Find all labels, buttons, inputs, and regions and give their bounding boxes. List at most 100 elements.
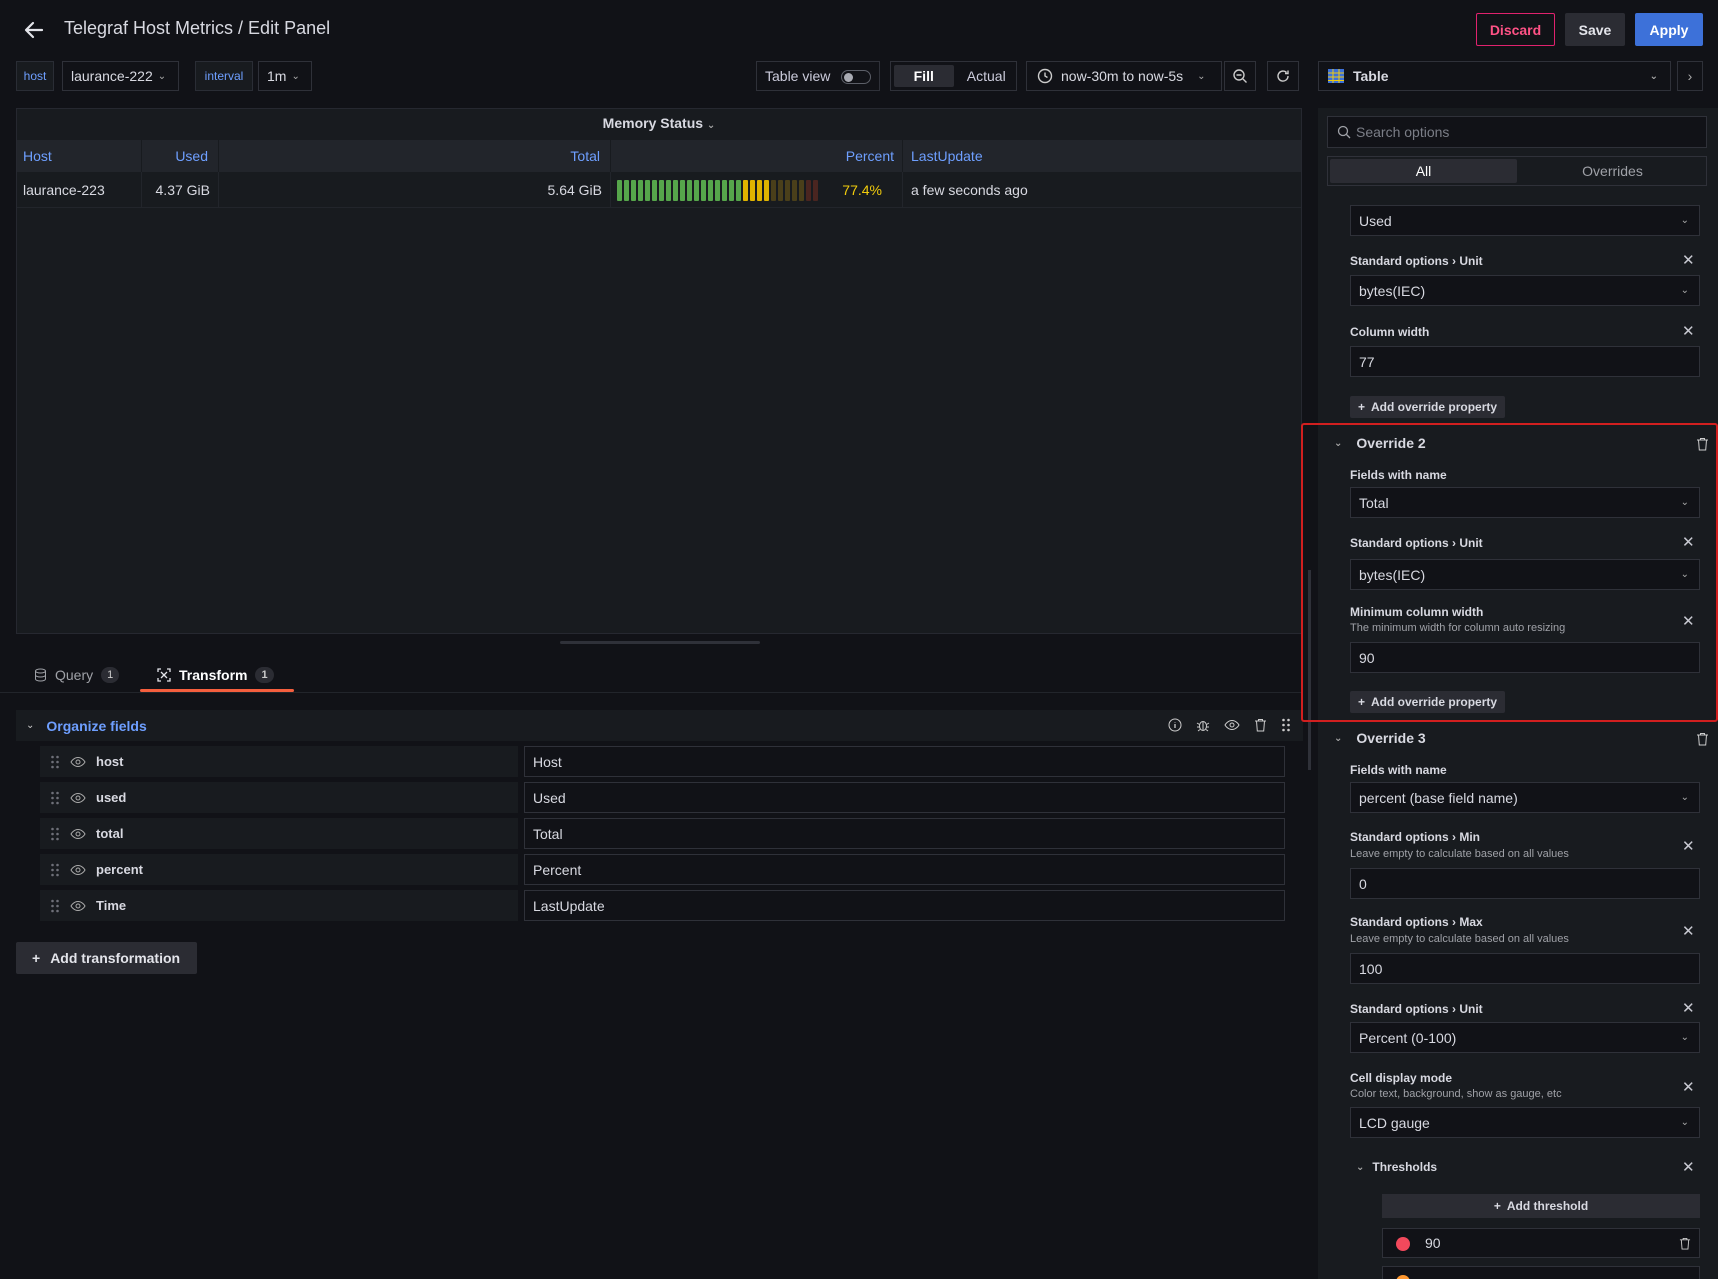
field-name[interactable]: percent bbox=[40, 854, 518, 885]
field-name[interactable]: used bbox=[40, 782, 518, 813]
close-icon[interactable]: ✕ bbox=[1682, 922, 1695, 940]
close-icon[interactable]: ✕ bbox=[1682, 1078, 1695, 1096]
field-row-host: host Host bbox=[40, 746, 1285, 777]
column-width-input[interactable]: 77 bbox=[1350, 346, 1700, 377]
thresholds-header[interactable]: ⌄ Thresholds bbox=[1356, 1160, 1437, 1174]
max-input[interactable]: 100 bbox=[1350, 953, 1700, 984]
bug-icon[interactable] bbox=[1196, 718, 1210, 732]
field-rename-input[interactable]: Percent bbox=[524, 854, 1285, 885]
unit-select[interactable]: bytes(IEC) ⌄ bbox=[1350, 275, 1700, 306]
table-view-toggle[interactable]: Table view bbox=[756, 61, 880, 91]
fill-actual-switch: Fill Actual bbox=[890, 61, 1017, 91]
lcd-segment bbox=[736, 180, 741, 201]
field-row-time: Time LastUpdate bbox=[40, 890, 1285, 921]
close-icon[interactable]: ✕ bbox=[1682, 251, 1695, 269]
chevron-down-icon: ⌄ bbox=[1649, 70, 1658, 82]
chevron-down-icon[interactable]: ⌄ bbox=[26, 720, 34, 731]
eye-icon[interactable] bbox=[70, 827, 86, 841]
min-input[interactable]: 0 bbox=[1350, 868, 1700, 899]
close-icon[interactable]: ✕ bbox=[1682, 837, 1695, 855]
trash-icon[interactable] bbox=[1254, 718, 1267, 732]
threshold-row[interactable] bbox=[1382, 1266, 1700, 1279]
column-header-total[interactable]: Total bbox=[219, 140, 611, 172]
lcd-segment bbox=[799, 180, 804, 201]
label-part: Unit bbox=[1459, 254, 1483, 268]
lcd-segment bbox=[652, 180, 657, 201]
refresh-button[interactable] bbox=[1267, 61, 1299, 91]
select-value: bytes(IEC) bbox=[1359, 282, 1426, 299]
trash-icon[interactable] bbox=[1696, 732, 1709, 746]
field-name[interactable]: total bbox=[40, 818, 518, 849]
panel-title[interactable]: Memory Status ⌄ bbox=[17, 115, 1301, 131]
column-header-host[interactable]: Host bbox=[17, 140, 142, 172]
drag-handle-icon[interactable] bbox=[50, 863, 60, 877]
search-options-input[interactable]: Search options bbox=[1327, 116, 1707, 148]
eye-icon[interactable] bbox=[1224, 718, 1240, 732]
chevron-down-icon[interactable]: ⌄ bbox=[1356, 1162, 1364, 1173]
field-name[interactable]: Time bbox=[40, 890, 518, 921]
threshold-row[interactable]: 90 bbox=[1382, 1228, 1700, 1258]
override-3-header[interactable]: ⌄ Override 3 bbox=[1334, 730, 1426, 746]
eye-icon[interactable] bbox=[70, 755, 86, 769]
pane-resize-handle[interactable] bbox=[560, 641, 760, 644]
property-label-cell-display-mode: Cell display mode bbox=[1350, 1071, 1453, 1085]
column-header-percent[interactable]: Percent bbox=[611, 140, 903, 172]
apply-button[interactable]: Apply bbox=[1635, 13, 1703, 46]
eye-icon[interactable] bbox=[70, 899, 86, 913]
chevron-down-icon: ⌄ bbox=[1680, 1032, 1689, 1043]
toggle-switch[interactable] bbox=[841, 70, 871, 84]
save-button[interactable]: Save bbox=[1565, 13, 1625, 46]
collapse-options-button[interactable]: › bbox=[1677, 61, 1703, 91]
close-icon[interactable]: ✕ bbox=[1682, 322, 1695, 340]
chevron-down-icon[interactable]: ⌄ bbox=[1334, 733, 1342, 744]
threshold-color-swatch[interactable] bbox=[1396, 1237, 1410, 1251]
drag-handle-icon[interactable] bbox=[1281, 718, 1291, 732]
add-override-property-button[interactable]: + Add override property bbox=[1350, 396, 1506, 418]
zoom-out-button[interactable] bbox=[1224, 61, 1256, 91]
drag-handle-icon[interactable] bbox=[50, 791, 60, 805]
visualization-picker[interactable]: Table ⌄ bbox=[1318, 61, 1671, 91]
actual-option[interactable]: Actual bbox=[957, 62, 1017, 90]
lcd-segment bbox=[666, 180, 671, 201]
add-transformation-button[interactable]: + Add transformation bbox=[16, 942, 197, 974]
field-name[interactable]: host bbox=[40, 746, 518, 777]
eye-icon[interactable] bbox=[70, 863, 86, 877]
tab-overrides[interactable]: Overrides bbox=[1519, 157, 1706, 185]
close-icon[interactable]: ✕ bbox=[1682, 999, 1695, 1017]
time-range-picker[interactable]: now-30m to now-5s ⌄ bbox=[1026, 61, 1222, 91]
tab-query[interactable]: Query 1 bbox=[34, 660, 120, 690]
column-header-lastupdate[interactable]: LastUpdate bbox=[903, 140, 1303, 172]
tab-transform[interactable]: Transform 1 bbox=[157, 660, 274, 690]
fields-with-name-select[interactable]: Used ⌄ bbox=[1350, 205, 1700, 236]
label-part: Standard options bbox=[1350, 830, 1449, 844]
fill-option[interactable]: Fill bbox=[894, 65, 954, 87]
threshold-color-swatch[interactable] bbox=[1396, 1275, 1410, 1279]
info-icon[interactable] bbox=[1168, 718, 1182, 732]
back-arrow-icon[interactable] bbox=[22, 18, 46, 42]
trash-icon[interactable] bbox=[1679, 1237, 1691, 1250]
add-threshold-button[interactable]: + Add threshold bbox=[1382, 1194, 1700, 1218]
variable-select-host[interactable]: laurance-222 ⌄ bbox=[62, 61, 179, 91]
cell-host: laurance-223 bbox=[17, 172, 142, 208]
field-rename-input[interactable]: Used bbox=[524, 782, 1285, 813]
fields-with-name-select[interactable]: percent (base field name) ⌄ bbox=[1350, 782, 1700, 813]
variable-select-interval[interactable]: 1m ⌄ bbox=[258, 61, 312, 91]
discard-button[interactable]: Discard bbox=[1476, 13, 1555, 46]
close-icon[interactable]: ✕ bbox=[1682, 1158, 1695, 1176]
eye-icon[interactable] bbox=[70, 791, 86, 805]
column-header-used[interactable]: Used bbox=[142, 140, 219, 172]
unit-select[interactable]: Percent (0-100) ⌄ bbox=[1350, 1022, 1700, 1053]
lcd-segment bbox=[701, 180, 706, 201]
tab-all[interactable]: All bbox=[1330, 159, 1517, 183]
lcd-gauge bbox=[617, 180, 818, 201]
lcd-segment bbox=[785, 180, 790, 201]
cell-display-mode-select[interactable]: LCD gauge ⌄ bbox=[1350, 1107, 1700, 1138]
drag-handle-icon[interactable] bbox=[50, 827, 60, 841]
drag-handle-icon[interactable] bbox=[50, 755, 60, 769]
tab-divider bbox=[0, 692, 1302, 693]
field-rename-input[interactable]: Host bbox=[524, 746, 1285, 777]
organize-fields-header[interactable]: ⌄ Organize fields bbox=[16, 710, 1303, 741]
field-rename-input[interactable]: Total bbox=[524, 818, 1285, 849]
field-rename-input[interactable]: LastUpdate bbox=[524, 890, 1285, 921]
drag-handle-icon[interactable] bbox=[50, 899, 60, 913]
